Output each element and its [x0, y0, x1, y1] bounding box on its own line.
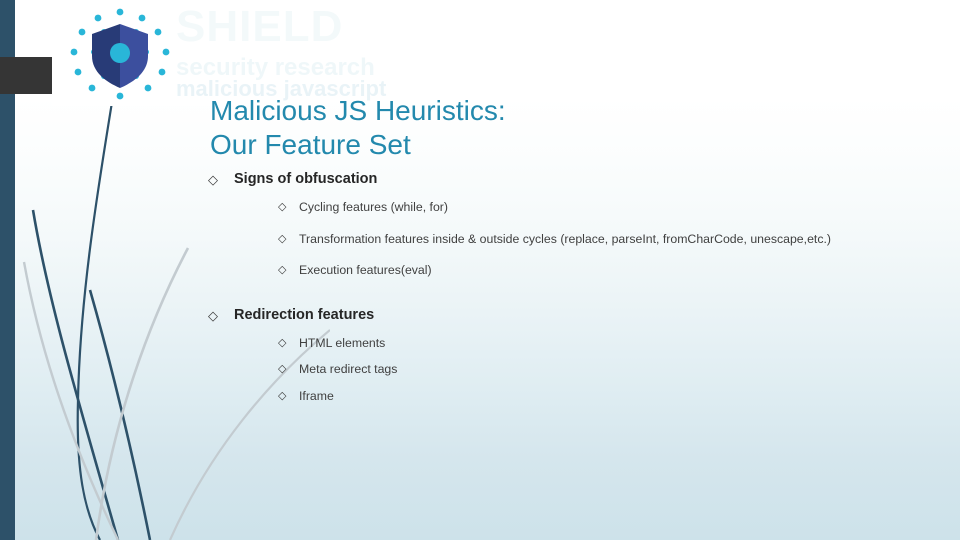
diamond-bullet-icon: ◇ [278, 336, 287, 349]
outline-item-level1: ◇ Redirection features [208, 306, 938, 325]
outline-item-level2: ◇ Iframe [278, 389, 938, 405]
presentation-slide: SHIELD security research malicious javas… [0, 0, 960, 540]
diamond-bullet-icon: ◇ [278, 363, 287, 375]
watermark-text: SHIELD security research malicious javas… [176, 2, 596, 102]
slide-title: Malicious JS Heuristics: Our Feature Set [210, 95, 506, 160]
outline-item-level2: ◇ Transformation features inside & outsi… [278, 232, 938, 248]
outline-item-level1: ◇ Signs of obfuscation [208, 170, 938, 189]
diamond-bullet-icon: ◇ [208, 307, 218, 323]
outline-item-label: Execution features(eval) [299, 263, 432, 277]
outline-item-label: Redirection features [234, 306, 375, 323]
outline-item-label: Transformation features inside & outside… [299, 231, 831, 246]
outline-item-label: HTML elements [299, 335, 386, 350]
outline-item-level2: ◇ Execution features(eval) [278, 263, 938, 279]
dark-accent-block [0, 57, 52, 94]
outline-item-label: Cycling features (while, for) [299, 200, 448, 214]
outline-item-level2: ◇ HTML elements [278, 336, 938, 352]
outline-item-label: Signs of obfuscation [234, 171, 378, 187]
diamond-bullet-icon: ◇ [278, 389, 287, 402]
outline-item-label: Meta redirect tags [299, 362, 398, 376]
diamond-bullet-icon: ◇ [278, 264, 287, 276]
diamond-bullet-icon: ◇ [278, 201, 287, 213]
diamond-bullet-icon: ◇ [208, 172, 218, 187]
outline-item-level2: ◇ Meta redirect tags [278, 362, 938, 378]
diamond-bullet-icon: ◇ [278, 232, 287, 245]
outline-item-label: Iframe [299, 388, 334, 403]
slide-body-outline: ◇ Signs of obfuscation ◇ Cycling feature… [208, 170, 938, 415]
outline-item-level2: ◇ Cycling features (while, for) [278, 200, 938, 216]
shield-security-logo [60, 2, 180, 106]
